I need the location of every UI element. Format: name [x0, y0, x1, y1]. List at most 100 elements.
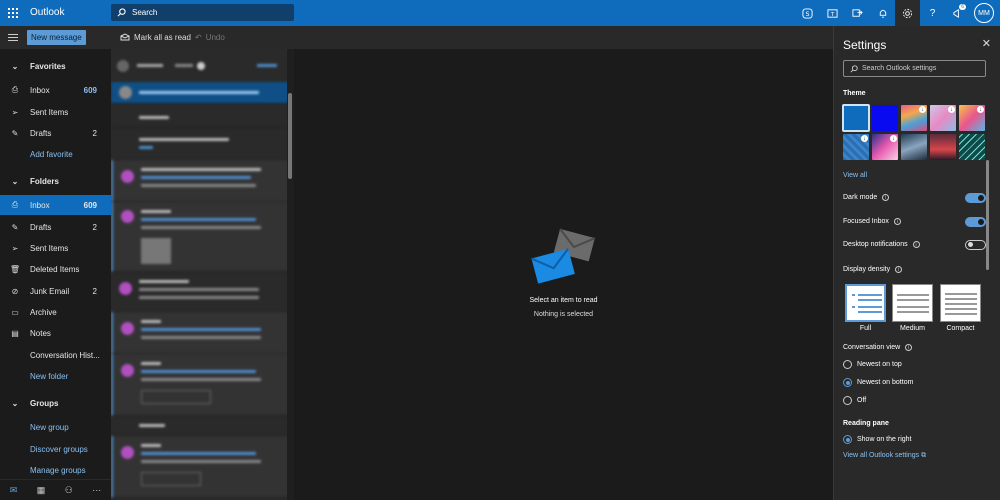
focused-inbox-toggle[interactable] — [965, 216, 986, 227]
favorite-item-inbox[interactable]: ⎙ Inbox 609 — [0, 80, 111, 100]
favorite-item-sent[interactable]: ➢ Sent Items — [0, 102, 111, 122]
radio-newest-on-bottom[interactable]: Newest on bottom — [843, 378, 913, 387]
top-bar: Outlook Search S T ? 6 MM — [0, 0, 1000, 26]
theme-swatch[interactable]: ↓ — [901, 105, 927, 131]
search-placeholder: Search — [132, 8, 158, 17]
density-compact-option[interactable] — [940, 284, 981, 322]
app-launcher-icon[interactable] — [8, 8, 18, 18]
folder-item-inbox[interactable]: ⎙ Inbox 609 — [0, 195, 111, 215]
folder-item-conversation-history[interactable]: Conversation Hist... — [0, 345, 111, 365]
theme-swatch[interactable]: ↓ — [959, 105, 985, 131]
radio-newest-on-top[interactable]: Newest on top — [843, 360, 902, 369]
settings-gear-icon[interactable] — [895, 0, 920, 26]
folder-item-sent[interactable]: ➢ Sent Items — [0, 238, 111, 258]
mail-icon[interactable]: ✉ — [10, 485, 18, 496]
megaphone-icon[interactable]: 6 — [945, 0, 970, 26]
info-icon[interactable]: i — [893, 218, 901, 225]
list-item[interactable] — [111, 82, 294, 104]
pencil-icon: ✎ — [11, 222, 19, 232]
info-icon[interactable]: i — [905, 344, 913, 351]
density-full-option[interactable] — [845, 284, 886, 322]
empty-state-title: Select an item to read — [529, 297, 598, 304]
manage-groups-link[interactable]: Manage groups — [0, 460, 111, 479]
undo-label: Undo — [205, 33, 225, 42]
theme-swatch[interactable] — [930, 134, 956, 160]
theme-swatch[interactable] — [842, 104, 870, 132]
density-medium-option[interactable] — [892, 284, 933, 322]
groups-header[interactable]: ⌄ Groups — [0, 393, 111, 413]
people-icon[interactable]: ⚇ — [65, 485, 73, 496]
bell-icon[interactable] — [870, 0, 895, 26]
archive-icon: ▭ — [11, 307, 19, 317]
theme-swatch[interactable]: ↓ — [872, 134, 898, 160]
info-icon[interactable]: i — [895, 266, 903, 273]
discover-groups-link[interactable]: Discover groups — [0, 439, 111, 459]
desktop-notifications-toggle[interactable] — [965, 239, 986, 250]
undo-button[interactable]: ↶ Undo — [195, 26, 225, 49]
new-message-button[interactable]: New message — [27, 30, 86, 45]
send-icon: ➢ — [11, 243, 19, 253]
info-icon[interactable]: i — [882, 194, 890, 201]
radio-off[interactable]: Off — [843, 396, 866, 405]
theme-swatch[interactable]: ↓ — [843, 134, 869, 160]
list-item[interactable] — [111, 202, 294, 272]
theme-swatch[interactable] — [959, 134, 985, 160]
chevron-down-icon: ⌄ — [11, 176, 19, 186]
theme-swatch[interactable]: ↓ — [930, 105, 956, 131]
calendar-icon[interactable]: ▦ — [37, 485, 46, 496]
new-group-link[interactable]: New group — [0, 417, 111, 437]
nav-label: Notes — [30, 328, 51, 338]
unread-count: 609 — [83, 85, 97, 95]
list-item[interactable] — [111, 436, 294, 498]
inbox-icon: ⎙ — [11, 200, 19, 209]
list-item[interactable] — [111, 128, 294, 160]
list-item[interactable] — [111, 160, 294, 202]
avatar[interactable]: MM — [974, 3, 994, 23]
close-icon[interactable]: ✕ — [982, 37, 991, 50]
radio-label: Off — [857, 397, 867, 404]
folders-header[interactable]: ⌄ Folders — [0, 171, 111, 191]
folder-item-notes[interactable]: ▤ Notes — [0, 323, 111, 343]
view-all-settings-link[interactable]: View all Outlook settings ⧉ — [843, 452, 926, 460]
notification-badge: 6 — [959, 4, 966, 10]
view-all-themes-link[interactable]: View all — [843, 172, 867, 179]
sync-icon[interactable] — [845, 0, 870, 26]
folder-item-junk[interactable]: ⊘ Junk Email 2 — [0, 281, 111, 301]
info-icon[interactable]: i — [912, 241, 920, 248]
display-density-row: Display density i — [843, 266, 986, 273]
folder-item-drafts[interactable]: ✎ Drafts 2 — [0, 217, 111, 237]
manage-groups-label: Manage groups — [30, 465, 86, 475]
search-icon — [117, 8, 126, 17]
list-item[interactable] — [111, 312, 294, 354]
list-item[interactable] — [111, 272, 294, 312]
message-list[interactable] — [111, 49, 294, 500]
teams-icon[interactable]: T — [820, 0, 845, 26]
settings-scrollbar[interactable] — [986, 60, 990, 440]
settings-search-input[interactable]: Search Outlook settings — [843, 60, 986, 77]
add-favorite-link[interactable]: Add favorite — [0, 144, 111, 164]
theme-swatch[interactable] — [872, 105, 898, 131]
more-apps-icon[interactable]: ··· — [92, 485, 101, 495]
favorite-item-drafts[interactable]: ✎ Drafts 2 — [0, 123, 111, 143]
radio-label: Newest on top — [857, 361, 902, 368]
app-name[interactable]: Outlook — [30, 7, 64, 18]
hamburger-menu-icon[interactable] — [8, 34, 18, 43]
message-list-scrollbar[interactable] — [287, 49, 294, 500]
nav-label: Junk Email — [30, 286, 70, 296]
radio-show-on-right[interactable]: Show on the right — [843, 435, 911, 444]
theme-label: Theme — [843, 90, 866, 97]
skype-icon[interactable]: S — [795, 0, 820, 26]
list-item[interactable] — [111, 354, 294, 416]
help-icon[interactable]: ? — [920, 0, 945, 26]
new-folder-link[interactable]: New folder — [0, 366, 111, 386]
favorites-header[interactable]: ⌄ Favorites — [0, 56, 111, 76]
download-icon: ↓ — [861, 135, 868, 142]
mark-all-read-button[interactable]: Mark all as read — [120, 26, 191, 49]
folder-item-archive[interactable]: ▭ Archive — [0, 302, 111, 322]
theme-swatch[interactable] — [901, 134, 927, 160]
dark-mode-toggle[interactable] — [965, 192, 986, 203]
folder-item-deleted[interactable]: 🗑 Deleted Items — [0, 259, 111, 279]
search-box[interactable]: Search — [111, 4, 294, 21]
nav-label: Drafts — [30, 222, 52, 232]
unread-count: 609 — [83, 200, 97, 210]
